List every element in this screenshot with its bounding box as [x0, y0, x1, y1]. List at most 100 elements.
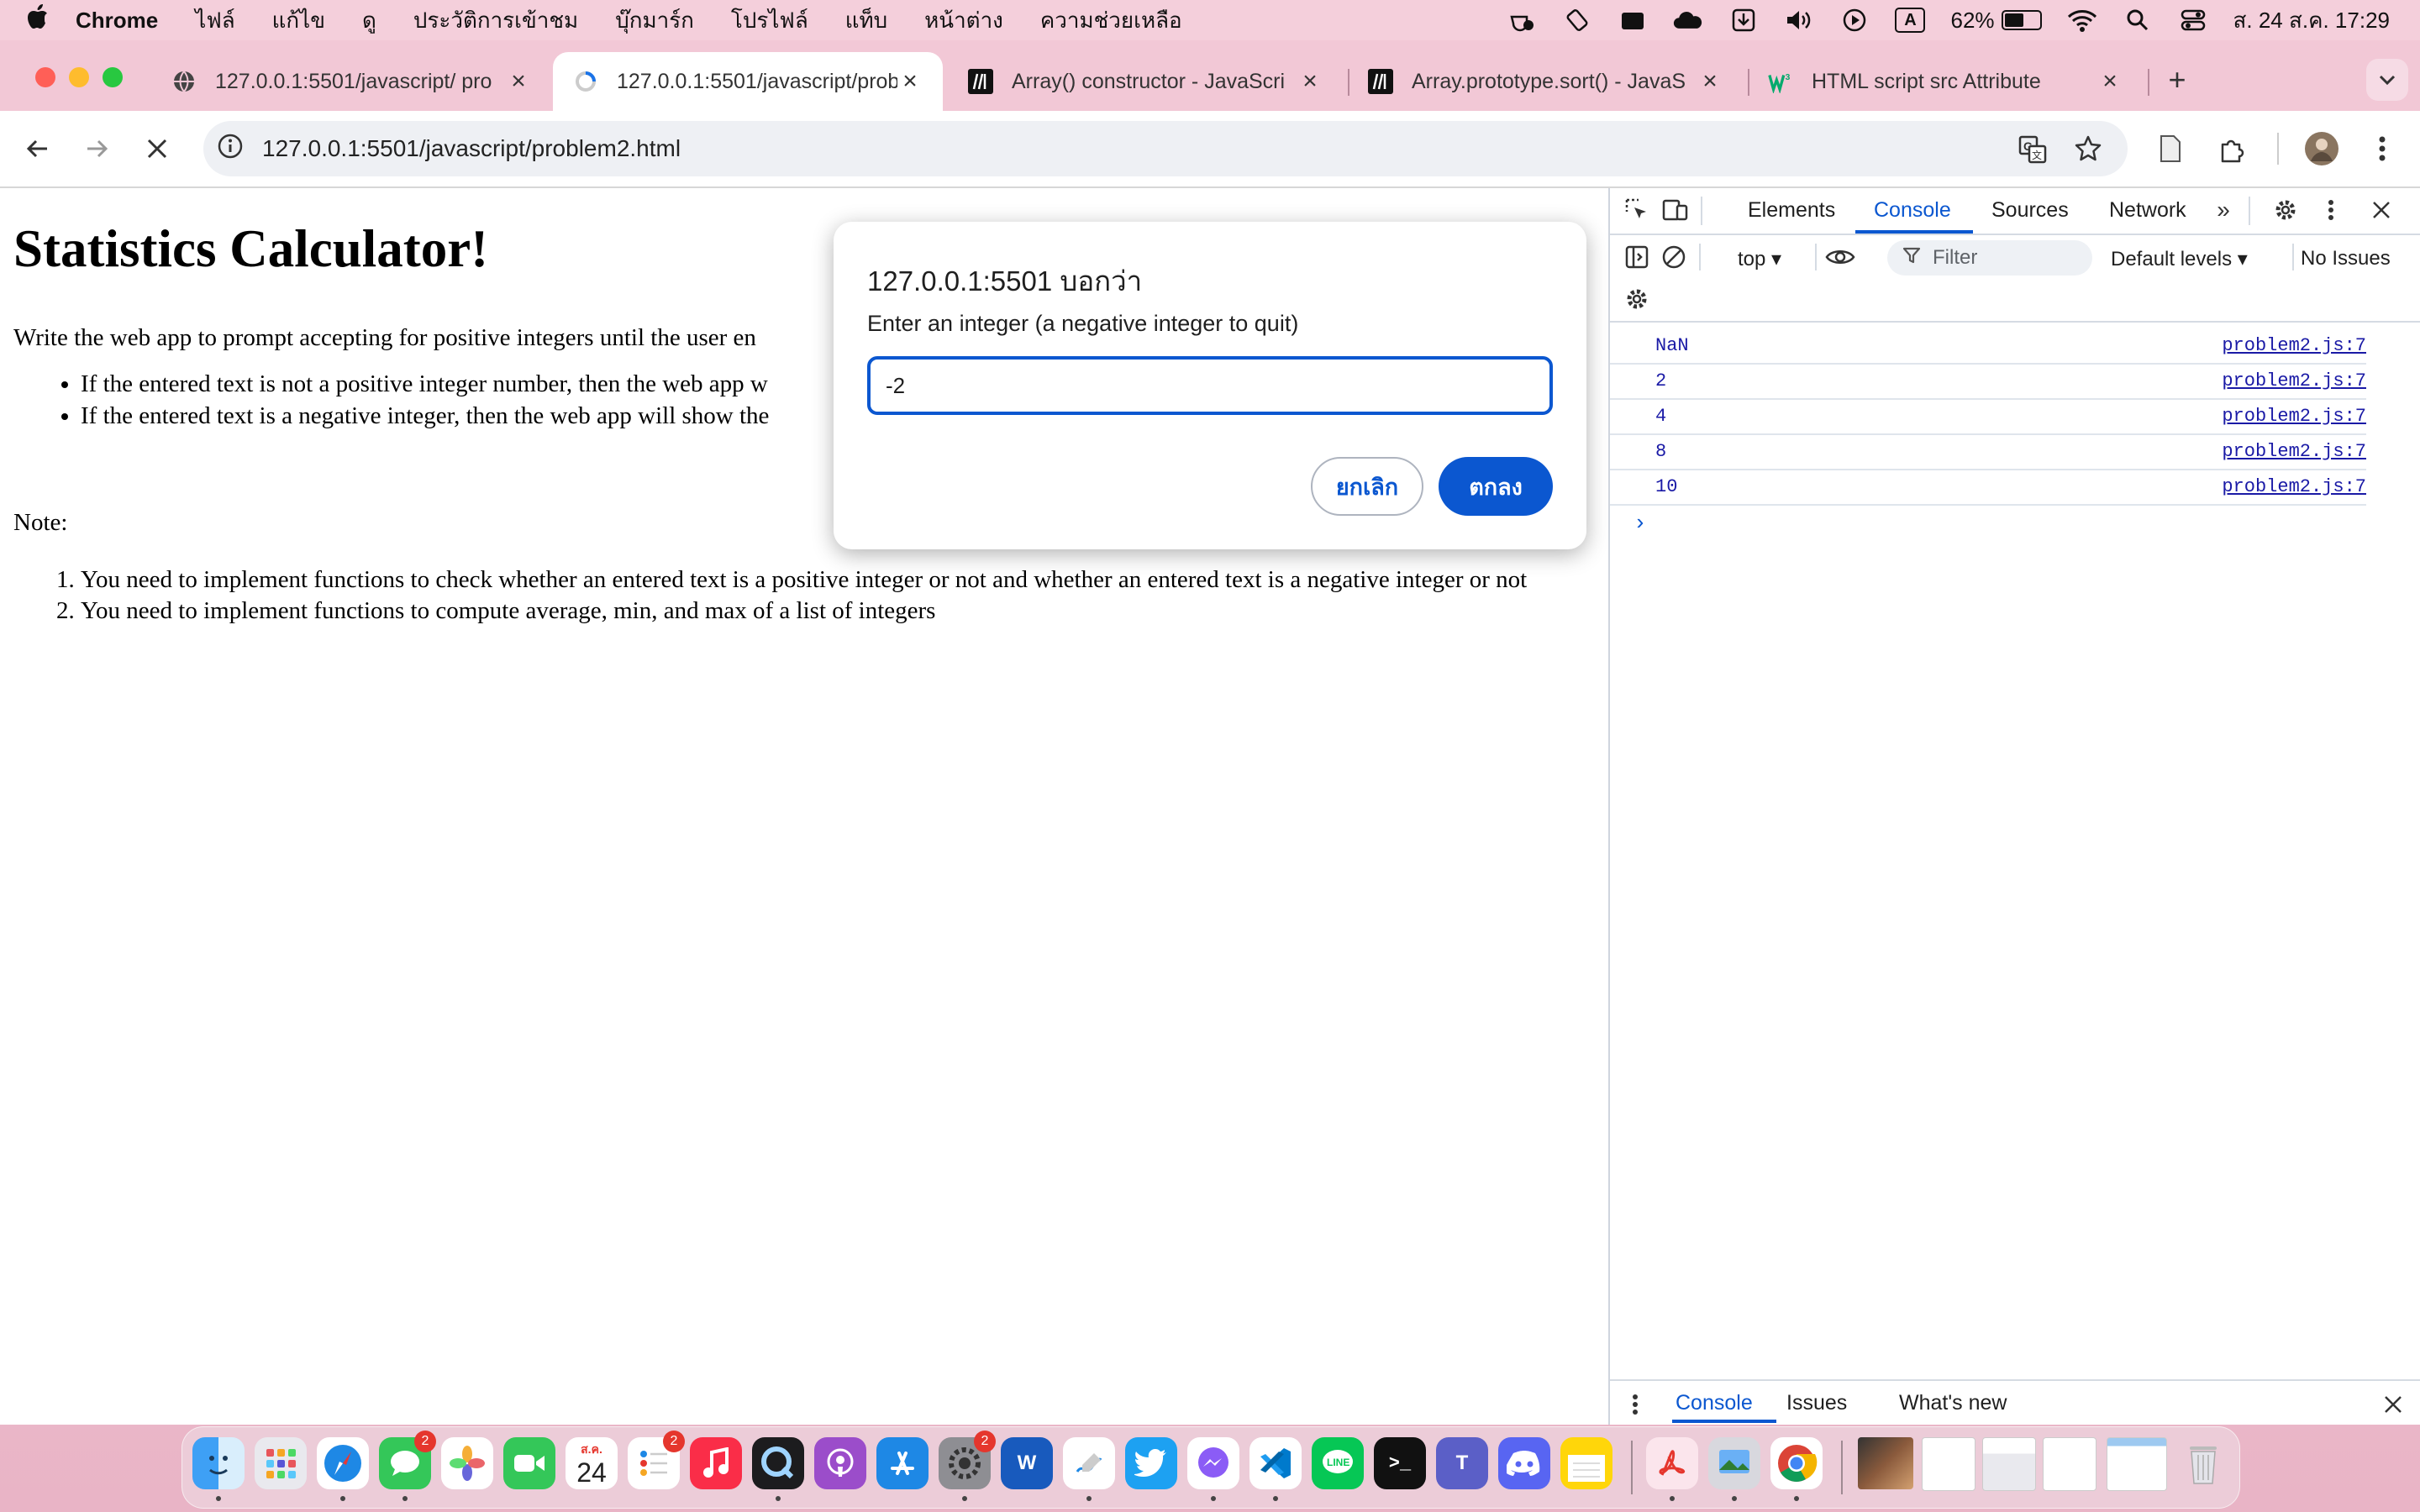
log-source-link[interactable]: problem2.js:7	[2222, 370, 2366, 391]
inspect-element-icon[interactable]	[1622, 195, 1652, 225]
podcasts-icon[interactable]	[814, 1437, 866, 1489]
rotate-icon[interactable]	[1562, 8, 1592, 33]
minimized-window-thumbnail[interactable]	[1982, 1437, 2036, 1491]
tab-close-icon[interactable]: ×	[897, 67, 923, 96]
download-icon[interactable]	[1728, 8, 1759, 33]
minimized-window-thumbnail[interactable]	[1922, 1437, 1975, 1491]
log-levels-dropdown[interactable]: Default levels ▾	[2111, 247, 2248, 271]
clapper-icon[interactable]	[1618, 8, 1648, 33]
menu-clock[interactable]: ส. 24 ส.ค. 17:29	[2233, 3, 2390, 38]
window-minimize-button[interactable]	[69, 67, 89, 87]
coffee-timer-icon[interactable]	[1507, 8, 1537, 33]
console-filter-input[interactable]: Filter	[1887, 240, 2092, 276]
log-source-link[interactable]: problem2.js:7	[2222, 441, 2366, 462]
drawer-tab-issues[interactable]: Issues	[1786, 1391, 1847, 1415]
apple-icon[interactable]	[0, 4, 76, 36]
extensions-icon[interactable]	[2212, 128, 2254, 170]
microsoft-teams-icon[interactable]: T	[1436, 1437, 1488, 1489]
facetime-icon[interactable]	[503, 1437, 555, 1489]
terminal-icon[interactable]: >_	[1374, 1437, 1426, 1489]
context-selector[interactable]: top ▾	[1738, 247, 1781, 271]
spotlight-search-icon[interactable]	[2123, 8, 2153, 33]
back-button[interactable]	[17, 128, 59, 170]
more-options-icon[interactable]	[2316, 195, 2346, 225]
forward-button[interactable]	[76, 128, 118, 170]
drawer-tab-whats-new[interactable]: What's new	[1899, 1391, 2007, 1415]
cancel-button[interactable]: ยกเลิก	[1311, 457, 1423, 516]
address-bar[interactable]: 127.0.0.1:5501/javascript/problem2.html …	[203, 121, 2128, 176]
ok-button[interactable]: ตกลง	[1439, 457, 1553, 516]
close-drawer-icon[interactable]	[2378, 1389, 2408, 1420]
safari-icon[interactable]	[317, 1437, 369, 1489]
minimized-window-thumbnail[interactable]	[2107, 1437, 2167, 1491]
drawer-menu-icon[interactable]	[1620, 1389, 1650, 1420]
chrome-menu-icon[interactable]	[2361, 128, 2403, 170]
microsoft-word-icon[interactable]: W	[1001, 1437, 1053, 1489]
tab-close-icon[interactable]: ×	[1697, 67, 1723, 96]
tab-array-constructor[interactable]: Array() constructor - JavaScri ×	[948, 52, 1343, 111]
tab-problem-page[interactable]: 127.0.0.1:5501/javascript/ pro ×	[151, 52, 551, 111]
quicktime-icon[interactable]	[752, 1437, 804, 1489]
tab-close-icon[interactable]: ×	[506, 67, 531, 96]
window-close-button[interactable]	[35, 67, 55, 87]
devtools-tab-elements[interactable]: Elements	[1748, 198, 1835, 223]
log-source-link[interactable]: problem2.js:7	[2222, 335, 2366, 356]
issues-counter[interactable]: No Issues	[2301, 247, 2391, 270]
chrome-icon[interactable]	[1770, 1437, 1823, 1489]
menu-help[interactable]: ความช่วยเหลือ	[1040, 3, 1182, 38]
calendar-icon[interactable]: ส.ค. 24	[566, 1437, 618, 1489]
more-tabs-icon[interactable]: »	[2208, 195, 2238, 225]
messenger-icon[interactable]	[1187, 1437, 1239, 1489]
minimized-window-thumbnail[interactable]	[2043, 1437, 2096, 1491]
twitter-icon[interactable]	[1125, 1437, 1177, 1489]
console-prompt-caret-icon[interactable]: ›	[1634, 511, 1647, 536]
stop-loading-button[interactable]	[136, 128, 178, 170]
menu-window[interactable]: หน้าต่าง	[924, 3, 1003, 38]
play-icon[interactable]	[1839, 8, 1870, 33]
launchpad-icon[interactable]	[255, 1437, 307, 1489]
tab-close-icon[interactable]: ×	[2097, 67, 2123, 96]
tab-close-icon[interactable]: ×	[1297, 67, 1323, 96]
minimized-window-thumbnail[interactable]	[1858, 1437, 1913, 1489]
profile-avatar[interactable]	[2301, 128, 2343, 170]
settings-gear-icon[interactable]	[2270, 195, 2301, 225]
app-store-icon[interactable]	[876, 1437, 929, 1489]
menu-edit[interactable]: แก้ไข	[272, 3, 325, 38]
window-zoom-button[interactable]	[103, 67, 123, 87]
volume-icon[interactable]	[1784, 8, 1814, 33]
freeform-icon[interactable]	[1063, 1437, 1115, 1489]
menu-file[interactable]: ไฟล์	[195, 3, 234, 38]
notes-icon[interactable]	[1560, 1437, 1612, 1489]
menu-history[interactable]: ประวัติการเข้าชม	[413, 3, 578, 38]
tab-html-script-src[interactable]: 3 HTML script src Attribute ×	[1748, 52, 2143, 111]
new-tab-button[interactable]: +	[2156, 59, 2198, 101]
preview-icon[interactable]	[1708, 1437, 1760, 1489]
menu-profiles[interactable]: โปรไฟล์	[731, 3, 808, 38]
console-settings-gear-icon[interactable]	[1622, 284, 1652, 314]
menu-view[interactable]: ดู	[362, 3, 376, 38]
clear-console-icon[interactable]	[1659, 242, 1689, 272]
finder-icon[interactable]	[192, 1437, 245, 1489]
vscode-icon[interactable]	[1249, 1437, 1302, 1489]
tab-problem2-active[interactable]: 127.0.0.1:5501/javascript/prob ×	[553, 52, 943, 111]
drawer-tab-console[interactable]: Console	[1676, 1391, 1753, 1415]
devtools-tab-sources[interactable]: Sources	[1991, 198, 2069, 223]
prompt-input[interactable]	[867, 356, 1553, 415]
discord-icon[interactable]	[1498, 1437, 1550, 1489]
reading-mode-icon[interactable]	[2149, 128, 2191, 170]
menu-app-name[interactable]: Chrome	[76, 8, 158, 34]
device-toolbar-icon[interactable]	[1660, 195, 1691, 225]
battery-status[interactable]: 62%	[1950, 8, 2042, 34]
close-devtools-icon[interactable]	[2366, 195, 2396, 225]
wifi-icon[interactable]	[2067, 8, 2097, 33]
translate-icon[interactable]: G文	[2018, 135, 2047, 170]
line-icon[interactable]: LINE	[1312, 1437, 1364, 1489]
music-icon[interactable]	[690, 1437, 742, 1489]
devtools-tab-network[interactable]: Network	[2109, 198, 2186, 223]
site-info-icon[interactable]	[217, 133, 244, 165]
input-source-indicator[interactable]: A	[1895, 8, 1926, 33]
photos-icon[interactable]	[441, 1437, 493, 1489]
log-source-link[interactable]: problem2.js:7	[2222, 406, 2366, 427]
control-center-icon[interactable]	[2178, 8, 2208, 33]
tab-search-button[interactable]	[2366, 59, 2408, 101]
